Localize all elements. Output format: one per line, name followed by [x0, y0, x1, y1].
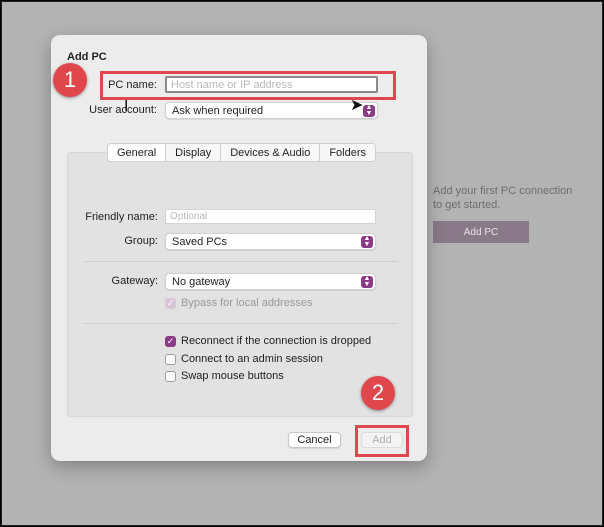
chevron-updown-icon: ▲ ▼ — [363, 104, 375, 117]
divider — [84, 261, 398, 262]
bypass-local-checkbox: ✓ Bypass for local addresses — [165, 297, 312, 309]
tab-devices-audio[interactable]: Devices & Audio — [221, 144, 321, 161]
annotation-step-2: 2 — [361, 376, 395, 410]
reconnect-checkbox[interactable]: ✓ Reconnect if the connection is dropped — [165, 335, 371, 347]
tab-folders[interactable]: Folders — [320, 144, 376, 161]
swap-mouse-label: Swap mouse buttons — [181, 370, 284, 382]
checkmark-icon: ✓ — [165, 297, 176, 309]
mouse-cursor-icon: I — [124, 98, 129, 115]
user-account-select[interactable]: Ask when required ▲ ▼ — [165, 102, 378, 119]
checkbox-empty-icon — [165, 353, 176, 365]
tab-bar: General Display Devices & Audio Folders — [107, 143, 377, 162]
cancel-button[interactable]: Cancel — [288, 432, 341, 448]
gateway-value: No gateway — [172, 275, 231, 288]
group-value: Saved PCs — [172, 235, 228, 248]
annotation-step-1: 1 — [53, 63, 87, 97]
annotation-highlight-add — [355, 425, 409, 457]
user-account-label: User account: — [89, 104, 157, 116]
bypass-local-label: Bypass for local addresses — [181, 297, 313, 309]
user-account-value: Ask when required — [172, 104, 264, 117]
admin-session-checkbox[interactable]: Connect to an admin session — [165, 353, 323, 365]
group-select[interactable]: Saved PCs ▲ ▼ — [165, 233, 376, 250]
add-pc-button[interactable]: Add PC — [433, 221, 529, 243]
group-label: Group: — [124, 235, 158, 247]
friendly-name-input[interactable] — [165, 209, 376, 224]
checkbox-empty-icon — [165, 370, 176, 382]
chevron-updown-icon: ▲ ▼ — [361, 235, 373, 248]
tab-general[interactable]: General — [108, 144, 167, 161]
chevron-updown-icon: ▲ ▼ — [361, 275, 373, 288]
gateway-select[interactable]: No gateway ▲ ▼ — [165, 273, 376, 290]
admin-session-label: Connect to an admin session — [181, 353, 323, 365]
reconnect-label: Reconnect if the connection is dropped — [181, 335, 372, 347]
arrow-cursor-icon: ➤ — [350, 97, 364, 114]
app-window: Add your first PC connection to get star… — [1, 1, 603, 526]
gateway-label: Gateway: — [111, 275, 158, 287]
dialog-title: Add PC — [67, 51, 107, 63]
swap-mouse-checkbox[interactable]: Swap mouse buttons — [165, 370, 284, 382]
tab-display[interactable]: Display — [166, 144, 222, 161]
settings-panel: Friendly name: Group: Saved PCs ▲▼ Gatew… — [67, 152, 413, 417]
empty-state-message: Add your first PC connection to get star… — [433, 185, 573, 211]
checkmark-icon: ✓ — [165, 335, 176, 347]
divider — [84, 323, 398, 324]
friendly-name-label: Friendly name: — [85, 211, 158, 223]
